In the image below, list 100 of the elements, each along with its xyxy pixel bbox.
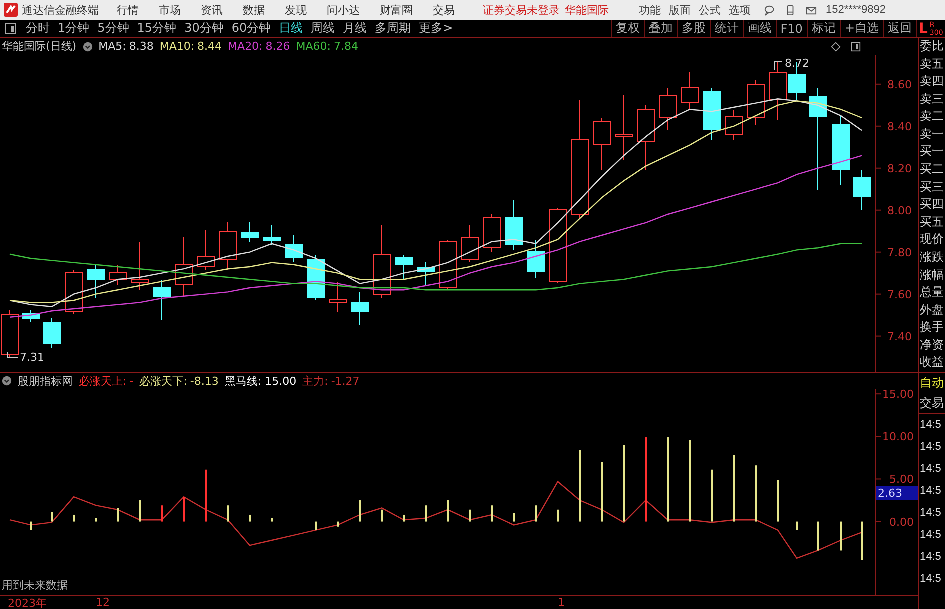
indicator-bar — [601, 462, 603, 522]
candlestick — [725, 110, 743, 140]
candlestick — [681, 72, 699, 110]
legend-name: 主力: — [302, 374, 328, 388]
legend-value: 8.38 — [129, 40, 154, 53]
chart-title: 华能国际(日线) — [2, 39, 77, 54]
candlestick — [263, 224, 281, 246]
menu-item[interactable]: 资讯 — [201, 2, 223, 18]
mode-label[interactable]: 自动 — [919, 373, 945, 393]
indicator-bar — [403, 514, 405, 522]
period-tab[interactable]: 30分钟 — [180, 20, 228, 37]
period-tab[interactable]: 多周期 — [371, 20, 416, 37]
indicator-bar — [733, 455, 735, 522]
panel-toggle-icon[interactable] — [851, 42, 861, 52]
quote-label: 卖五 — [919, 56, 945, 73]
indicator-bar — [755, 466, 757, 522]
chat-icon[interactable] — [764, 4, 775, 16]
candlestick — [329, 282, 347, 312]
candlestick — [593, 118, 611, 170]
settings-icon[interactable] — [82, 42, 93, 52]
cursor-value-tag: 2.63 — [876, 486, 918, 500]
indicator-bar — [249, 514, 251, 522]
quote-label: 买五 — [919, 214, 945, 231]
legend-value: 股朋指标网 — [18, 374, 73, 388]
candlestick — [65, 270, 83, 314]
candlestick — [461, 224, 479, 262]
period-tab[interactable]: 60分钟 — [228, 20, 276, 37]
phone-icon[interactable] — [785, 4, 796, 16]
menu-item[interactable]: 财富圈 — [380, 2, 413, 18]
period-tab[interactable]: 1分钟 — [54, 20, 94, 37]
login-status-text: 证券交易未登录 — [483, 2, 560, 18]
indicator-bar — [840, 522, 842, 551]
indicator-bar — [447, 500, 449, 522]
stock-name: 华能国际 — [565, 2, 609, 18]
indicator-bar — [271, 518, 273, 522]
legend-value: - — [130, 374, 134, 388]
legend-name: 必涨天上: — [79, 374, 127, 388]
trade-time: 14:5 — [919, 440, 942, 455]
candlestick — [219, 222, 237, 270]
indicator-bar — [469, 510, 471, 522]
quote-label: 换手 — [919, 319, 945, 336]
indicator-axis-label: 15.00 — [882, 389, 914, 402]
period-tab[interactable]: 分时 — [22, 20, 54, 37]
leader-line — [774, 62, 782, 70]
indicator-bar — [161, 506, 163, 522]
period-tab[interactable]: 周线 — [307, 20, 340, 37]
candlestick — [43, 318, 61, 348]
candlestick — [241, 222, 259, 242]
candlestick — [747, 80, 765, 126]
indicator-bar — [557, 510, 559, 522]
trade-time: 14:5 — [919, 550, 942, 565]
indicator-bar — [491, 506, 493, 522]
indicator-bar — [711, 470, 713, 522]
candlestick — [351, 292, 369, 326]
account-number[interactable]: 152****9892 — [826, 4, 886, 16]
period-tab[interactable]: 15分钟 — [133, 20, 181, 37]
price-axis-label: 7.40 — [888, 330, 912, 344]
trade-time: 14:5 — [919, 528, 942, 543]
indicator-bar — [117, 508, 119, 522]
quote-label: 买四 — [919, 196, 945, 214]
candlestick — [505, 200, 523, 250]
candlestick — [853, 170, 871, 210]
settings-icon[interactable] — [2, 376, 12, 386]
trade-time: 14:5 — [919, 484, 942, 499]
menu-item[interactable]: 发现 — [285, 2, 307, 18]
period-tab[interactable]: 日线 — [275, 20, 308, 37]
candlestick — [87, 264, 105, 298]
period-tab[interactable]: 月线 — [339, 20, 372, 37]
app-logo-icon — [4, 3, 18, 17]
indicator-bar — [861, 522, 863, 560]
trade-time: 14:5 — [919, 572, 942, 587]
menu-item[interactable]: 市场 — [159, 2, 181, 18]
indicator-bar — [817, 522, 819, 551]
menu-item[interactable]: 数据 — [243, 2, 265, 18]
legend-value: -1.27 — [331, 374, 360, 388]
menu-item[interactable]: 版面 — [669, 2, 691, 18]
diamond-icon[interactable] — [831, 42, 841, 52]
quote-label: 外盘 — [919, 302, 945, 319]
menu-item[interactable]: 交易 — [433, 2, 455, 18]
price-axis-label: 7.80 — [888, 246, 912, 260]
mail-icon[interactable] — [806, 4, 817, 16]
panel-toggle-icon[interactable] — [5, 22, 17, 34]
price-axis-label: 8.00 — [888, 204, 912, 218]
high-price-label: 8.72 — [785, 57, 810, 70]
menu-item[interactable]: 公式 — [699, 2, 721, 18]
candlestick — [285, 234, 303, 262]
quote-label: 收益 — [919, 354, 945, 372]
period-tab[interactable]: 5分钟 — [94, 20, 134, 37]
period-tab[interactable]: 更多> — [415, 20, 458, 37]
trade-time: 14:5 — [919, 418, 942, 433]
menu-item[interactable]: 功能 — [639, 2, 661, 18]
legend-value: 8.26 — [266, 40, 290, 53]
future-data-warning: 用到未来数据 — [2, 578, 68, 593]
menu-item[interactable]: 问小达 — [327, 2, 360, 18]
candlestick — [439, 240, 457, 290]
indicator-axis-label: 0.00 — [890, 516, 914, 529]
legend-name: MA60: — [296, 40, 331, 53]
quote-label: 现价 — [919, 231, 945, 248]
menu-item[interactable]: 行情 — [117, 2, 139, 18]
menu-item[interactable]: 选项 — [729, 2, 751, 18]
